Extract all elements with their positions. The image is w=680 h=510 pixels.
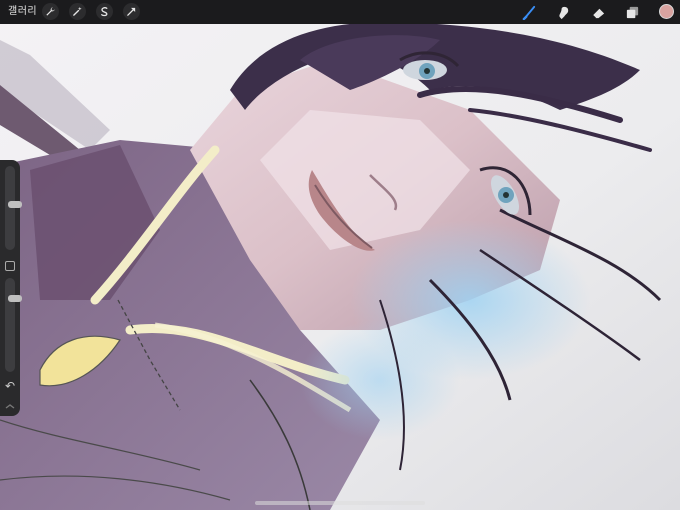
color-picker[interactable] <box>659 4 674 19</box>
smudge-icon[interactable] <box>554 3 572 21</box>
layers-icon[interactable] <box>623 3 641 21</box>
brush-icon[interactable] <box>520 3 538 21</box>
home-indicator[interactable] <box>255 501 425 505</box>
transform-arrow-icon[interactable] <box>123 3 140 20</box>
gallery-button[interactable]: 갤러리 <box>8 5 37 19</box>
undo-icon[interactable]: ↶ <box>3 379 17 393</box>
opacity-slider[interactable] <box>5 278 22 372</box>
left-sidebar: ↶ <box>0 160 22 416</box>
opacity-thumb[interactable] <box>8 295 22 303</box>
modify-button[interactable] <box>5 261 15 271</box>
brush-size-thumb[interactable] <box>8 200 22 208</box>
redo-icon[interactable] <box>3 399 17 411</box>
drawing-canvas[interactable] <box>0 0 680 510</box>
magic-wand-icon[interactable] <box>69 3 86 20</box>
top-toolbar: 갤러리 <box>0 0 680 24</box>
wrench-icon[interactable] <box>42 3 59 20</box>
brush-size-slider[interactable] <box>5 166 22 250</box>
eraser-icon[interactable] <box>589 3 607 21</box>
selection-icon[interactable] <box>96 3 113 20</box>
